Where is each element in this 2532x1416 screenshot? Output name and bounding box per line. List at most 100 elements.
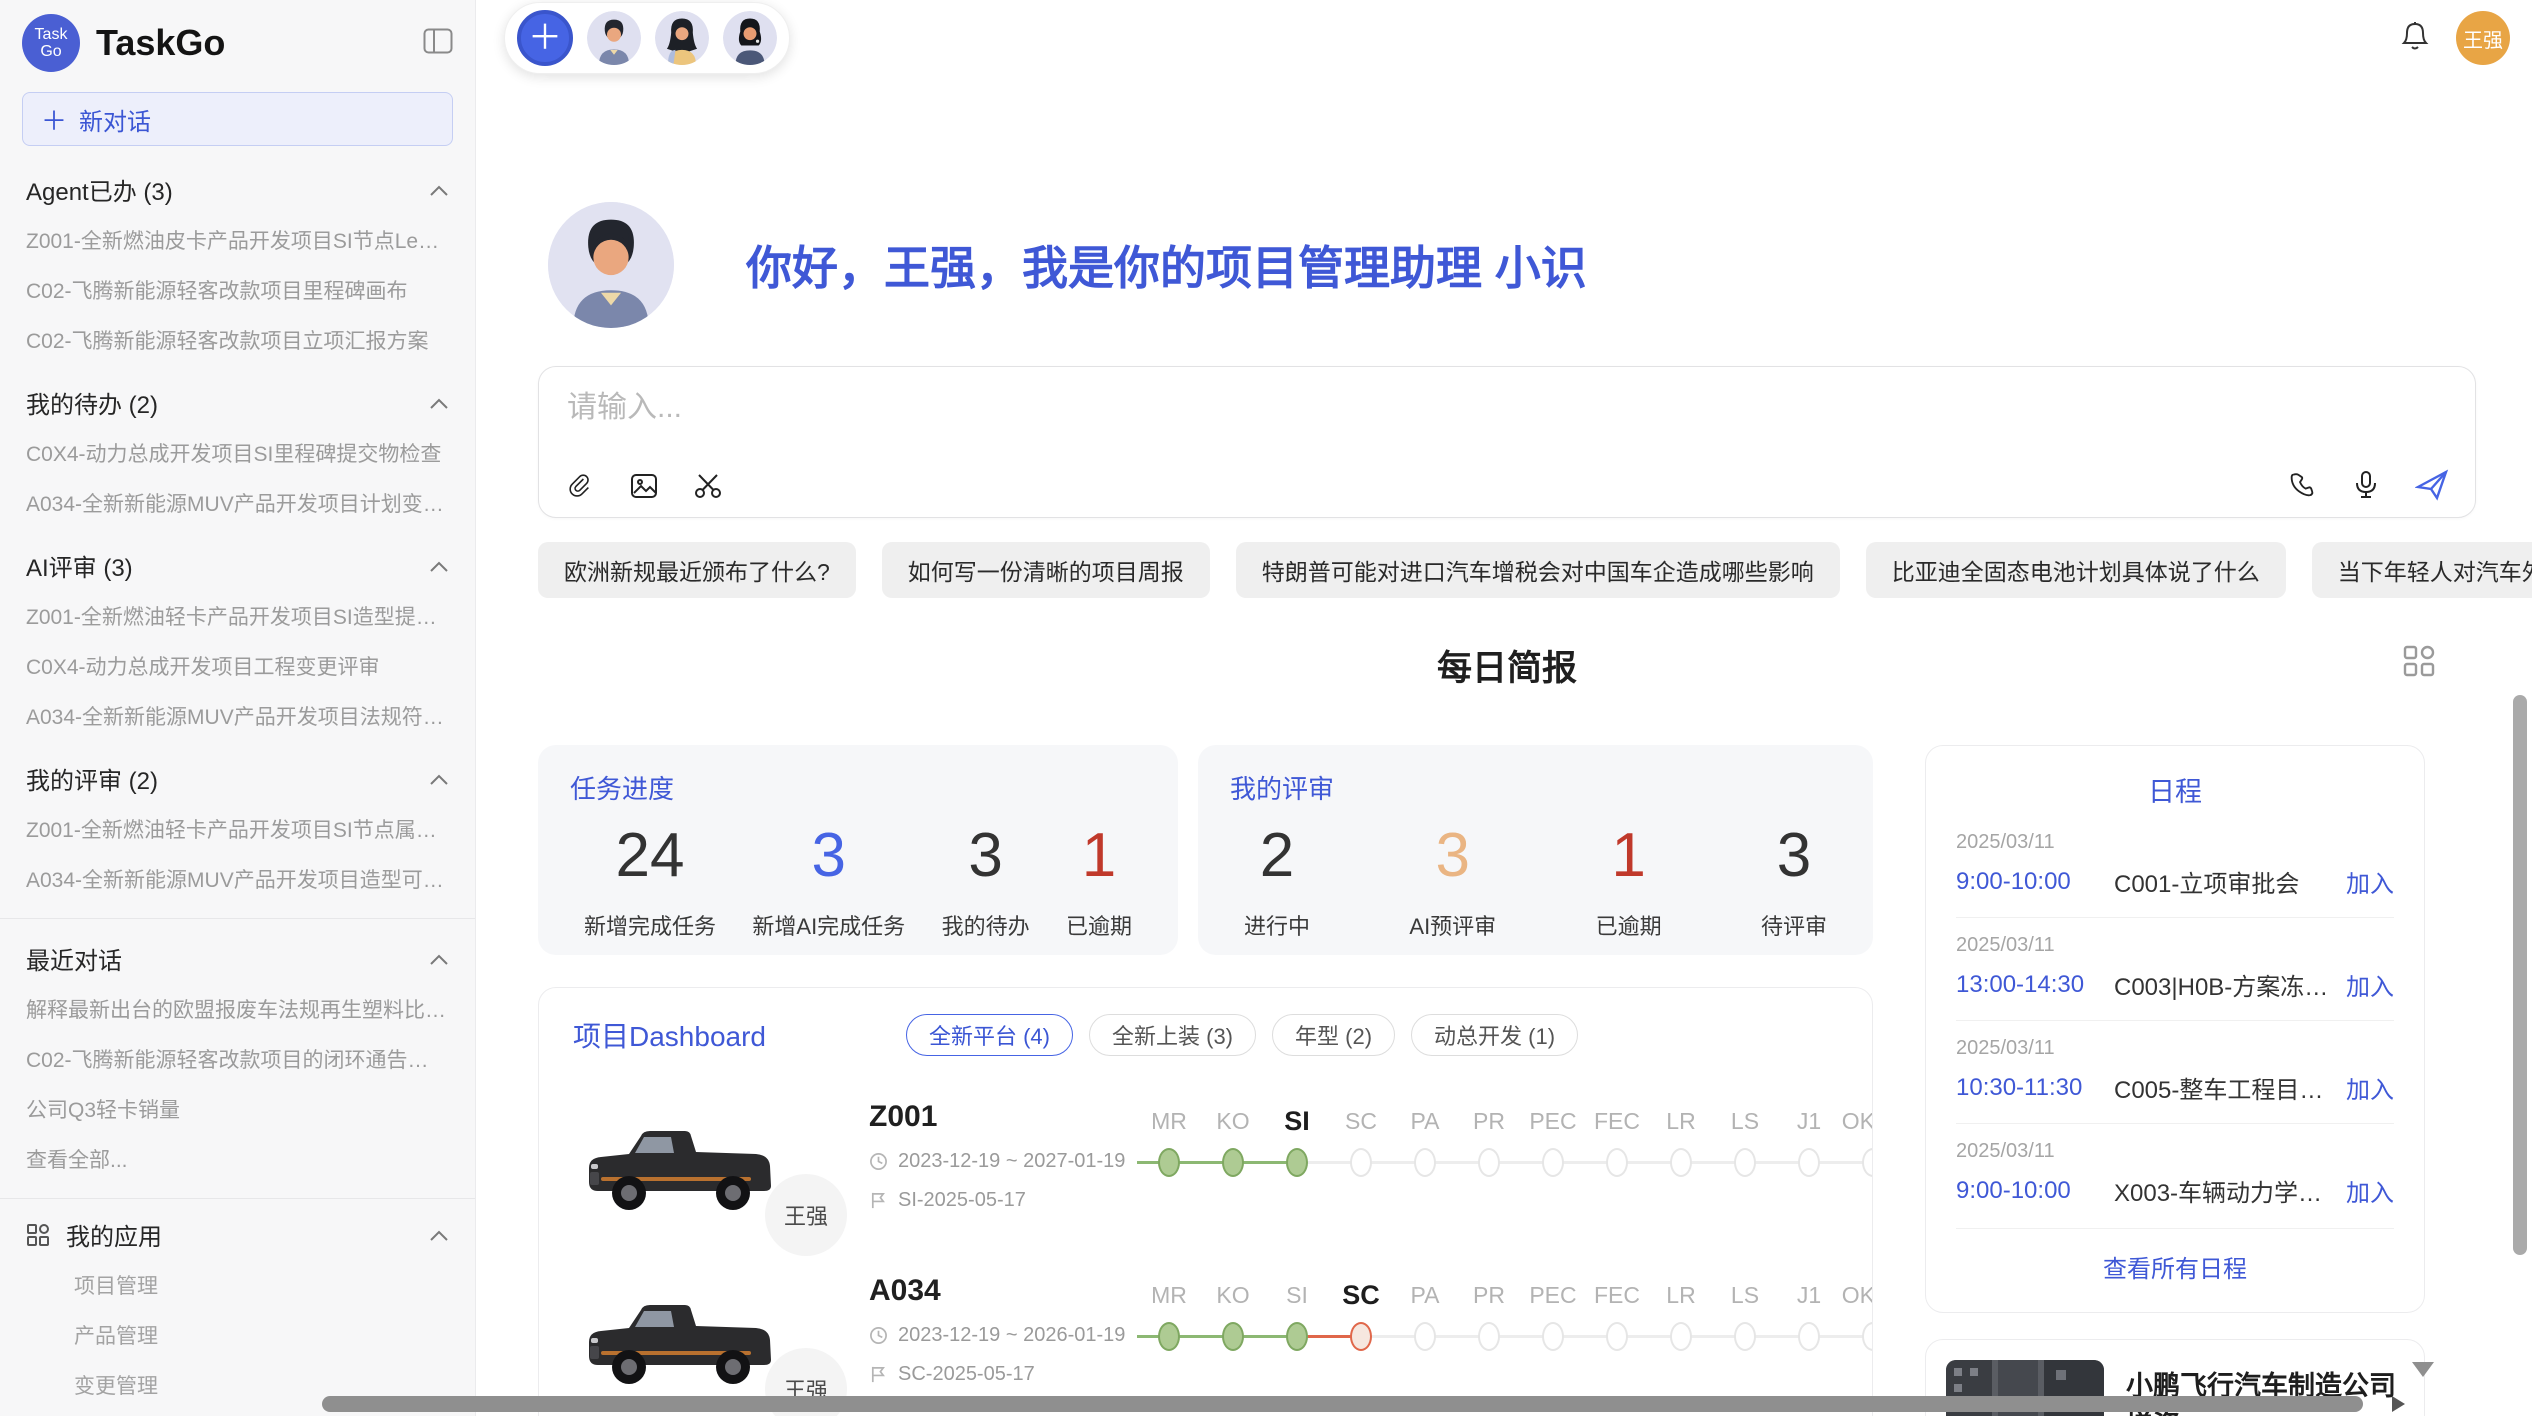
add-agent-button[interactable]: ＋ — [517, 10, 573, 66]
bell-icon[interactable] — [2400, 20, 2430, 57]
milestone-dot — [1606, 1148, 1628, 1177]
chat-input-card — [538, 366, 2476, 518]
suggestion-chip[interactable]: 当下年轻人对汽车外观有怎样的喜好趋势 — [2312, 542, 2532, 598]
milestone[interactable]: SI — [1265, 1102, 1329, 1180]
vertical-scrollbar[interactable] — [2513, 695, 2527, 1255]
milestone-dot-row — [1393, 1146, 1457, 1180]
sidebar-item[interactable]: Z001-全新燃油轻卡产品开发项目SI造型提交物评审 — [0, 591, 475, 641]
sidebar-section-header[interactable]: Agent已办 (3) — [0, 152, 475, 215]
milestone[interactable]: OKTB — [1841, 1276, 1873, 1354]
scroll-down-arrow[interactable] — [2412, 1362, 2434, 1377]
new-chat-label: 新对话 — [79, 102, 151, 137]
milestone[interactable]: OKTB — [1841, 1102, 1873, 1180]
milestone[interactable]: MR — [1137, 1102, 1201, 1180]
chevron-up-icon[interactable] — [429, 1221, 449, 1249]
my-apps-header[interactable]: 我的应用 — [0, 1201, 475, 1260]
new-chat-button[interactable]: ＋ 新对话 — [22, 92, 453, 146]
recent-chats-header[interactable]: 最近对话 — [0, 921, 475, 984]
milestone-dot-row — [1585, 1320, 1649, 1354]
app-item[interactable]: 项目管理 — [0, 1260, 475, 1310]
layout-toggle-icon[interactable] — [2402, 644, 2436, 683]
dashboard-tab[interactable]: 全新平台 (4) — [906, 1014, 1073, 1056]
chat-input[interactable] — [539, 367, 2475, 425]
user-avatar[interactable]: 王强 — [2456, 11, 2510, 65]
project-row[interactable]: 王强 A034 — [573, 1274, 1838, 1404]
image-icon[interactable] — [629, 471, 659, 501]
send-icon[interactable] — [2415, 469, 2449, 501]
mic-icon[interactable] — [2351, 470, 2381, 500]
agent-avatar-2[interactable] — [655, 11, 709, 65]
schedule-view-all[interactable]: 查看所有日程 — [1956, 1228, 2394, 1290]
milestone[interactable]: SC — [1329, 1276, 1393, 1354]
sidebar-toggle-icon[interactable] — [423, 28, 453, 59]
milestone[interactable]: PA — [1393, 1102, 1457, 1180]
schedule-join-link[interactable]: 加入 — [2346, 967, 2394, 1002]
recent-view-all[interactable]: 查看全部... — [0, 1134, 475, 1184]
milestone[interactable]: KO — [1201, 1276, 1265, 1354]
milestone-label: SI — [1265, 1276, 1329, 1314]
dashboard-tab[interactable]: 全新上装 (3) — [1089, 1014, 1256, 1056]
sidebar-sections: Agent已办 (3) Z001-全新燃油皮卡产品开发项目SI节点Lesson … — [0, 152, 475, 904]
phone-icon[interactable] — [2287, 470, 2317, 500]
milestone[interactable]: FEC — [1585, 1276, 1649, 1354]
schedule-join-link[interactable]: 加入 — [2346, 1173, 2394, 1208]
milestone[interactable]: LR — [1649, 1102, 1713, 1180]
agent-avatar-1[interactable] — [587, 11, 641, 65]
milestone[interactable]: PR — [1457, 1102, 1521, 1180]
sidebar-item[interactable]: A034-全新新能源MUV产品开发项目造型可行性评审 — [0, 854, 475, 904]
milestone[interactable]: LS — [1713, 1276, 1777, 1354]
dashboard-tab[interactable]: 动总开发 (1) — [1411, 1014, 1578, 1056]
milestone[interactable]: FEC — [1585, 1102, 1649, 1180]
milestone[interactable]: MR — [1137, 1276, 1201, 1354]
sidebar-section-header[interactable]: AI评审 (3) — [0, 528, 475, 591]
chevron-up-icon[interactable] — [429, 552, 449, 580]
schedule-join-link[interactable]: 加入 — [2346, 864, 2394, 899]
paperclip-icon[interactable] — [565, 471, 595, 501]
milestone[interactable]: PEC — [1521, 1276, 1585, 1354]
project-row[interactable]: 王强 Z001 — [573, 1100, 1838, 1230]
milestone[interactable]: J1 — [1777, 1102, 1841, 1180]
scissors-icon[interactable] — [693, 471, 723, 501]
recent-chat-item[interactable]: C02-飞腾新能源轻客改款项目的闭环通告反馈情况 — [0, 1034, 475, 1084]
milestone[interactable]: PR — [1457, 1276, 1521, 1354]
suggestion-chip[interactable]: 欧洲新规最近颁布了什么? — [538, 542, 856, 598]
chevron-up-icon[interactable] — [429, 389, 449, 417]
milestone-dot-row — [1457, 1146, 1521, 1180]
chevron-up-icon[interactable] — [429, 945, 449, 973]
sidebar-item[interactable]: Z001-全新燃油皮卡产品开发项目SI节点Lesson Learn报告 — [0, 215, 475, 265]
project-image: 王强 — [573, 1274, 829, 1404]
chevron-up-icon[interactable] — [429, 765, 449, 793]
sidebar-item[interactable]: C02-飞腾新能源轻客改款项目立项汇报方案 — [0, 315, 475, 365]
stat-item: 3 新增AI完成任务 — [752, 820, 905, 941]
sidebar-section-header[interactable]: 我的待办 (2) — [0, 365, 475, 428]
schedule-item: 2025/03/11 9:00-10:00 C001-立项审批会 加入 — [1956, 815, 2394, 917]
sidebar-item[interactable]: Z001-全新燃油轻卡产品开发项目SI节点属性5D文件评审 — [0, 804, 475, 854]
milestone[interactable]: PEC — [1521, 1102, 1585, 1180]
sidebar-item[interactable]: A034-全新新能源MUV产品开发项目计划变更表编写 — [0, 478, 475, 528]
sidebar-item[interactable]: A034-全新新能源MUV产品开发项目法规符合性评审 — [0, 691, 475, 741]
recent-chat-item[interactable]: 公司Q3轻卡销量 — [0, 1084, 475, 1134]
milestone[interactable]: J1 — [1777, 1276, 1841, 1354]
schedule-join-link[interactable]: 加入 — [2346, 1070, 2394, 1105]
app-logo: Task Go — [22, 14, 80, 72]
scroll-right-arrow[interactable] — [2392, 1396, 2405, 1412]
horizontal-scrollbar[interactable] — [322, 1396, 2363, 1412]
suggestion-chip[interactable]: 如何写一份清晰的项目周报 — [882, 542, 1210, 598]
agent-avatar-3[interactable] — [723, 11, 777, 65]
chevron-up-icon[interactable] — [429, 176, 449, 204]
app-item[interactable]: 产品管理 — [0, 1310, 475, 1360]
sidebar-item[interactable]: C0X4-动力总成开发项目SI里程碑提交物检查 — [0, 428, 475, 478]
suggestion-chip[interactable]: 比亚迪全固态电池计划具体说了什么 — [1866, 542, 2286, 598]
milestone[interactable]: LS — [1713, 1102, 1777, 1180]
milestone[interactable]: KO — [1201, 1102, 1265, 1180]
milestone[interactable]: LR — [1649, 1276, 1713, 1354]
milestone[interactable]: PA — [1393, 1276, 1457, 1354]
sidebar-item[interactable]: C0X4-动力总成开发项目工程变更评审 — [0, 641, 475, 691]
sidebar-item[interactable]: C02-飞腾新能源轻客改款项目里程碑画布 — [0, 265, 475, 315]
sidebar-section-header[interactable]: 我的评审 (2) — [0, 741, 475, 804]
milestone[interactable]: SC — [1329, 1102, 1393, 1180]
suggestion-chip[interactable]: 特朗普可能对进口汽车增税会对中国车企造成哪些影响 — [1236, 542, 1840, 598]
recent-chat-item[interactable]: 解释最新出台的欧盟报废车法规再生塑料比例被调至15%... — [0, 984, 475, 1034]
milestone[interactable]: SI — [1265, 1276, 1329, 1354]
dashboard-tab[interactable]: 年型 (2) — [1272, 1014, 1395, 1056]
